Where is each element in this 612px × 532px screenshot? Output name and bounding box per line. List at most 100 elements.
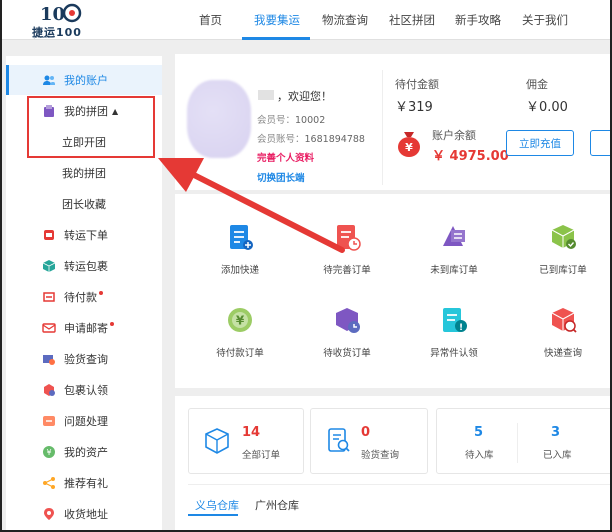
nav-home[interactable]: 首页 <box>199 12 222 28</box>
stat-label: 待入库 <box>465 450 494 461</box>
arrived-icon <box>551 225 576 249</box>
logo-subtext: JIEYUN100 <box>34 35 50 39</box>
divider <box>188 484 610 485</box>
member-number-value: 10002 <box>295 115 326 126</box>
browser-frame: 10 捷运100 JIEYUN100 首页 我要集运 物流查询 社区拼团 新手攻… <box>0 0 612 532</box>
sidebar-item-my-assets[interactable]: ¥ 我的资产 <box>6 437 162 467</box>
sidebar-item-label: 我的拼团 <box>62 167 106 180</box>
divider <box>517 423 518 463</box>
stat-number[interactable]: 3 <box>551 425 560 440</box>
quick-label: 待收货订单 <box>323 348 371 359</box>
quick-label: 已到库订单 <box>539 265 587 276</box>
quick-label: 待付款订单 <box>216 348 264 359</box>
sidebar-item-referral[interactable]: 推荐有礼 <box>6 468 162 498</box>
stat-all-orders[interactable]: 14 全部订单 <box>188 408 304 474</box>
sidebar-item-label: 问题处理 <box>64 415 108 428</box>
svg-text:¥: ¥ <box>236 314 245 328</box>
annotation-arrow-icon <box>158 158 345 253</box>
pending-amount-label: 待付金额 <box>395 78 439 91</box>
sidebar-subitem-my-groups[interactable]: 我的拼团 <box>6 158 162 188</box>
member-number-label: 会员号： <box>257 115 296 126</box>
stat-number[interactable]: 5 <box>474 425 483 440</box>
quick-to-receive[interactable]: 待收货订单 <box>302 305 392 359</box>
box-icon <box>205 428 229 454</box>
sidebar-item-label: 团长收藏 <box>62 198 106 211</box>
order-icon <box>44 230 54 240</box>
quick-label: 未到库订单 <box>430 265 478 276</box>
money-bag-symbol: ¥ <box>405 141 413 154</box>
nav-about[interactable]: 关于我们 <box>522 12 568 28</box>
sidebar-item-transfer-order[interactable]: 转运下单 <box>6 220 162 250</box>
sidebar-item-apply-mail[interactable]: 申请邮寄 <box>6 313 162 343</box>
sidebar-item-label: 申请邮寄 <box>64 322 108 335</box>
tab-guangzhou-warehouse[interactable]: 广州仓库 <box>255 497 299 513</box>
stat-label: 全部订单 <box>242 450 281 461</box>
sidebar-item-label: 推荐有礼 <box>64 477 108 490</box>
quick-exception-claim[interactable]: ! 异常件认领 <box>409 305 499 359</box>
sidebar-item-transfer-package[interactable]: 转运包裹 <box>6 251 162 281</box>
sidebar-item-label: 包裹认领 <box>64 384 108 397</box>
assets-icon: ¥ <box>43 446 55 458</box>
sidebar-subitem-leader-favorites[interactable]: 团长收藏 <box>6 189 162 219</box>
sidebar-item-label: 收货地址 <box>64 508 108 521</box>
inspect-icon <box>43 355 55 365</box>
quick-label: 添加快递 <box>220 265 259 276</box>
nav-tracking[interactable]: 物流查询 <box>322 12 368 28</box>
express-query-icon <box>551 308 577 333</box>
site-logo[interactable]: 10 捷运100 JIEYUN100 <box>32 0 92 39</box>
money-bag-icon: ¥ <box>395 128 423 158</box>
share-icon <box>43 477 55 489</box>
sidebar-item-address[interactable]: 收货地址 <box>6 499 162 529</box>
sidebar-item-label: 转运包裹 <box>64 260 108 273</box>
payment-icon <box>43 292 55 302</box>
sidebar-item-account[interactable]: 我的账户 <box>6 65 162 95</box>
notification-dot <box>99 291 103 295</box>
sidebar-item-label: 转运下单 <box>64 229 108 242</box>
member-number: 会员号：10002 <box>257 112 325 126</box>
highlight-box <box>27 96 155 158</box>
mail-icon <box>42 323 56 333</box>
stat-inspection[interactable]: 0 验货查询 <box>310 408 428 474</box>
stat-number: 14 <box>242 425 261 440</box>
stat-number: 0 <box>361 425 371 440</box>
stat-warehouse: 5 待入库 3 已入库 <box>436 408 610 474</box>
sidebar-item-pending-payment[interactable]: 待付款 <box>6 282 162 312</box>
sidebar-item-inspection[interactable]: 验货查询 <box>6 344 162 374</box>
svg-text:10: 10 <box>40 4 65 25</box>
location-icon <box>44 508 54 520</box>
tab-yiwu-warehouse[interactable]: 义乌仓库 <box>195 497 239 513</box>
quick-unpaid-order[interactable]: ¥ 待付款订单 <box>195 305 285 359</box>
nav-ship[interactable]: 我要集运 <box>254 12 300 28</box>
quick-arrived[interactable]: 已到库订单 <box>518 222 608 276</box>
nav-community-group[interactable]: 社区拼团 <box>389 12 435 28</box>
balance-label: 账户余额 <box>432 129 476 142</box>
package-icon <box>42 260 56 272</box>
sidebar-item-package-claim[interactable]: 包裹认领 <box>6 375 162 405</box>
quick-label: 快递查询 <box>543 348 582 359</box>
to-receive-icon <box>336 308 360 333</box>
top-navbar: 10 捷运100 JIEYUN100 首页 我要集运 物流查询 社区拼团 新手攻… <box>2 0 610 40</box>
pending-amount-value: ￥319 <box>395 100 433 115</box>
welcome-text: ，欢迎您！ <box>277 90 332 103</box>
logo-mark-icon: 10 <box>40 3 82 25</box>
username-redacted <box>258 90 274 100</box>
stat-label: 已入库 <box>543 450 572 461</box>
tab-active-indicator <box>188 514 238 516</box>
notification-dot <box>110 322 114 326</box>
nav-guide[interactable]: 新手攻略 <box>455 12 501 28</box>
exception-icon: ! <box>443 308 467 333</box>
sidebar-item-label: 我的账户 <box>64 74 108 87</box>
divider <box>382 70 383 185</box>
recharge-button[interactable]: 立即充值 <box>506 130 574 156</box>
quick-express-query[interactable]: 快递查询 <box>518 305 608 359</box>
secondary-button[interactable] <box>590 130 610 156</box>
svg-text:¥: ¥ <box>46 448 51 457</box>
sidebar-item-label: 我的资产 <box>64 446 108 459</box>
not-arrived-icon <box>443 226 465 246</box>
sidebar-item-issue-handling[interactable]: 问题处理 <box>6 406 162 436</box>
balance-value: ￥ 4975.00 <box>432 149 509 164</box>
quick-not-arrived[interactable]: 未到库订单 <box>409 222 499 276</box>
nav-active-indicator <box>242 37 310 40</box>
stat-label: 验货查询 <box>361 450 400 461</box>
commission-value: ￥0.00 <box>526 100 568 115</box>
